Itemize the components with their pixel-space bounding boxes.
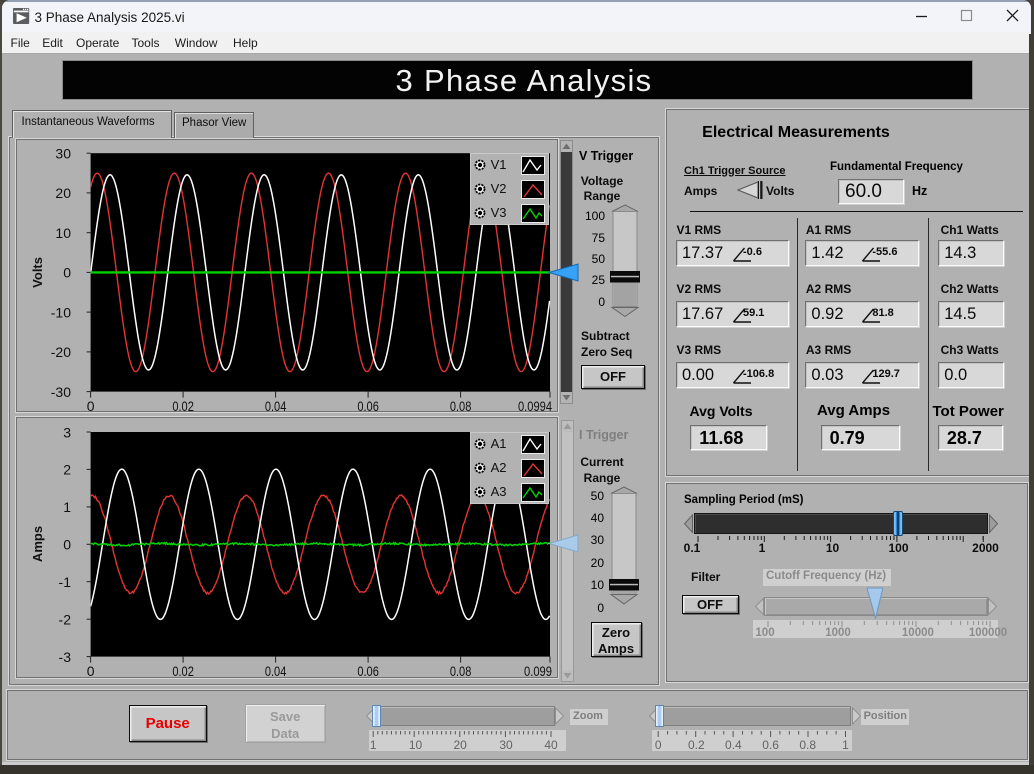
svg-text:10: 10: [55, 225, 71, 241]
svg-text:0: 0: [87, 398, 95, 413]
svg-text:0.06: 0.06: [357, 398, 379, 413]
svg-text:2: 2: [63, 462, 71, 478]
svg-text:0.04: 0.04: [265, 663, 287, 679]
svg-text:0.08: 0.08: [450, 663, 472, 679]
svg-text:20: 20: [55, 185, 71, 201]
svg-text:-20: -20: [51, 344, 71, 360]
svg-text:0: 0: [87, 663, 95, 679]
svg-text:0.02: 0.02: [172, 398, 194, 413]
svg-text:0.02: 0.02: [172, 663, 194, 679]
svg-text:0: 0: [63, 265, 71, 281]
svg-text:Amps: Amps: [30, 526, 45, 562]
svg-text:-1: -1: [59, 574, 72, 590]
svg-text:1: 1: [63, 499, 71, 515]
svg-text:-10: -10: [51, 304, 71, 320]
svg-text:0.04: 0.04: [265, 398, 287, 413]
svg-text:0.099: 0.099: [524, 663, 552, 679]
svg-text:Volts: Volts: [30, 257, 45, 288]
svg-text:0.0994: 0.0994: [518, 398, 552, 413]
svg-text:0.06: 0.06: [357, 663, 379, 679]
svg-text:30: 30: [55, 146, 71, 162]
svg-text:3: 3: [63, 424, 71, 440]
svg-text:-30: -30: [51, 384, 71, 400]
svg-text:-3: -3: [59, 649, 72, 665]
svg-text:0.08: 0.08: [450, 398, 472, 413]
